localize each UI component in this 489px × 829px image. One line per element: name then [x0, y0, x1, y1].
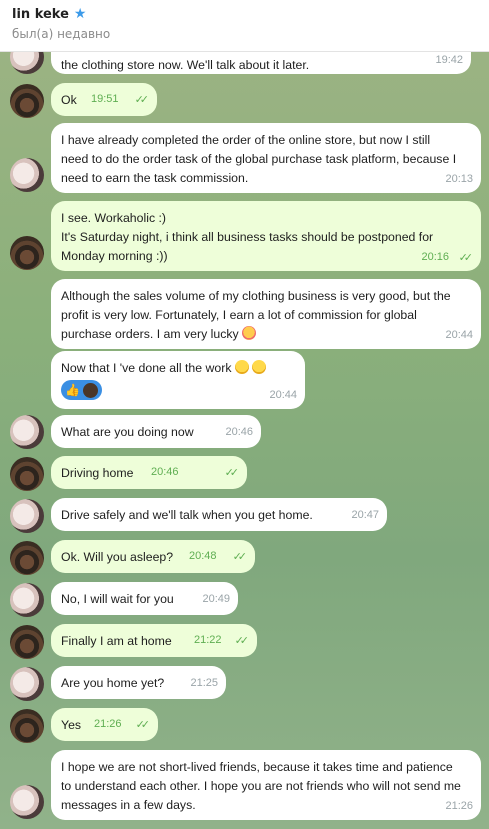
- message-time: 20:46: [225, 426, 253, 438]
- reactor-avatar: [82, 382, 98, 398]
- message-time: 20:44: [445, 329, 473, 341]
- smiling-hearts-emoji-icon: [242, 326, 257, 340]
- message-bubble[interactable]: What are you doing now 20:46: [51, 415, 261, 448]
- double-check-icon: ✓✓: [458, 252, 474, 264]
- avatar[interactable]: [10, 158, 44, 192]
- message-text: Drive safely and we'll talk when you get…: [61, 508, 313, 522]
- message-text: What are you doing now: [61, 425, 194, 439]
- chat-header[interactable]: lin keke ★ был(а) недавно: [0, 0, 489, 52]
- avatar[interactable]: [10, 667, 44, 701]
- double-check-icon: ✓✓: [134, 94, 150, 106]
- message-bubble[interactable]: I have already completed the order of th…: [51, 123, 481, 193]
- message-bubble[interactable]: Ok. Will you asleep? 20:48 ✓✓: [51, 540, 255, 573]
- message-time: 21:26: [94, 718, 122, 730]
- message-time: 20:16: [421, 251, 449, 263]
- message-time: 21:25: [190, 677, 218, 689]
- message-text: Now that I 've done all the work: [61, 359, 295, 378]
- double-check-icon: ✓✓: [234, 635, 250, 647]
- avatar[interactable]: [10, 457, 44, 491]
- message-bubble[interactable]: Finally I am at home 21:22 ✓✓: [51, 624, 257, 657]
- double-check-icon: ✓✓: [135, 719, 151, 731]
- message-time: 20:13: [445, 173, 473, 185]
- message-bubble[interactable]: Although the sales volume of my clothing…: [51, 279, 481, 349]
- message-bubble[interactable]: Now that I 've done all the work 👍 20:44: [51, 351, 305, 409]
- star-icon: ★: [73, 6, 87, 22]
- message-time: 19:51: [91, 93, 119, 105]
- thumbs-up-icon: 👍: [65, 382, 80, 397]
- contact-name-text: lin keke: [12, 6, 69, 22]
- message-text: Ok. Will you asleep?: [61, 550, 174, 564]
- message-text: I hope we are not short-lived friends, b…: [61, 760, 461, 812]
- message-text: Driving home: [61, 466, 134, 480]
- message-bubble[interactable]: Are you home yet? 21:25: [51, 666, 226, 699]
- message-time: 20:48: [189, 550, 217, 562]
- message-bubble[interactable]: I see. Workaholic :) It's Saturday night…: [51, 201, 481, 271]
- message-text: I see. Workaholic :) It's Saturday night…: [61, 211, 434, 263]
- avatar[interactable]: [10, 236, 44, 270]
- avatar[interactable]: [10, 541, 44, 575]
- message-bubble[interactable]: the clothing store now. We'll talk about…: [51, 52, 471, 74]
- message-time: 20:49: [202, 593, 230, 605]
- message-text: Although the sales volume of my clothing…: [61, 287, 471, 344]
- message-text-content: Now that I 've done all the work: [61, 361, 232, 375]
- avatar[interactable]: [10, 709, 44, 743]
- reaction-badge[interactable]: 👍: [61, 380, 102, 400]
- avatar[interactable]: [10, 625, 44, 659]
- double-check-icon: ✓✓: [232, 551, 248, 563]
- avatar[interactable]: [10, 415, 44, 449]
- message-text: I have already completed the order of th…: [61, 133, 457, 185]
- grinning-emoji-icon: [252, 360, 267, 374]
- message-bubble[interactable]: I hope we are not short-lived friends, b…: [51, 750, 481, 820]
- avatar[interactable]: [10, 499, 44, 533]
- avatar[interactable]: [10, 785, 44, 819]
- message-time: 20:44: [269, 389, 297, 401]
- chat-area[interactable]: the clothing store now. We'll talk about…: [0, 52, 489, 829]
- avatar[interactable]: [10, 84, 44, 118]
- message-time: 21:26: [445, 800, 473, 812]
- message-time: 20:47: [351, 509, 379, 521]
- avatar[interactable]: [10, 52, 44, 74]
- message-time: 21:22: [194, 634, 222, 646]
- avatar[interactable]: [10, 583, 44, 617]
- message-bubble[interactable]: Drive safely and we'll talk when you get…: [51, 498, 387, 531]
- contact-status: был(а) недавно: [12, 27, 111, 41]
- message-time: 19:42: [435, 54, 463, 66]
- message-text: the clothing store now. We'll talk about…: [61, 58, 310, 72]
- double-check-icon: ✓✓: [224, 467, 240, 479]
- message-bubble[interactable]: Ok 19:51 ✓✓: [51, 83, 157, 116]
- contact-name[interactable]: lin keke ★: [12, 6, 86, 22]
- message-bubble[interactable]: Driving home 20:46 ✓✓: [51, 456, 247, 489]
- grinning-emoji-icon: [234, 360, 249, 374]
- message-bubble[interactable]: Yes 21:26 ✓✓: [51, 708, 158, 741]
- message-bubble[interactable]: No, I will wait for you 20:49: [51, 582, 238, 615]
- message-time: 20:46: [151, 466, 179, 478]
